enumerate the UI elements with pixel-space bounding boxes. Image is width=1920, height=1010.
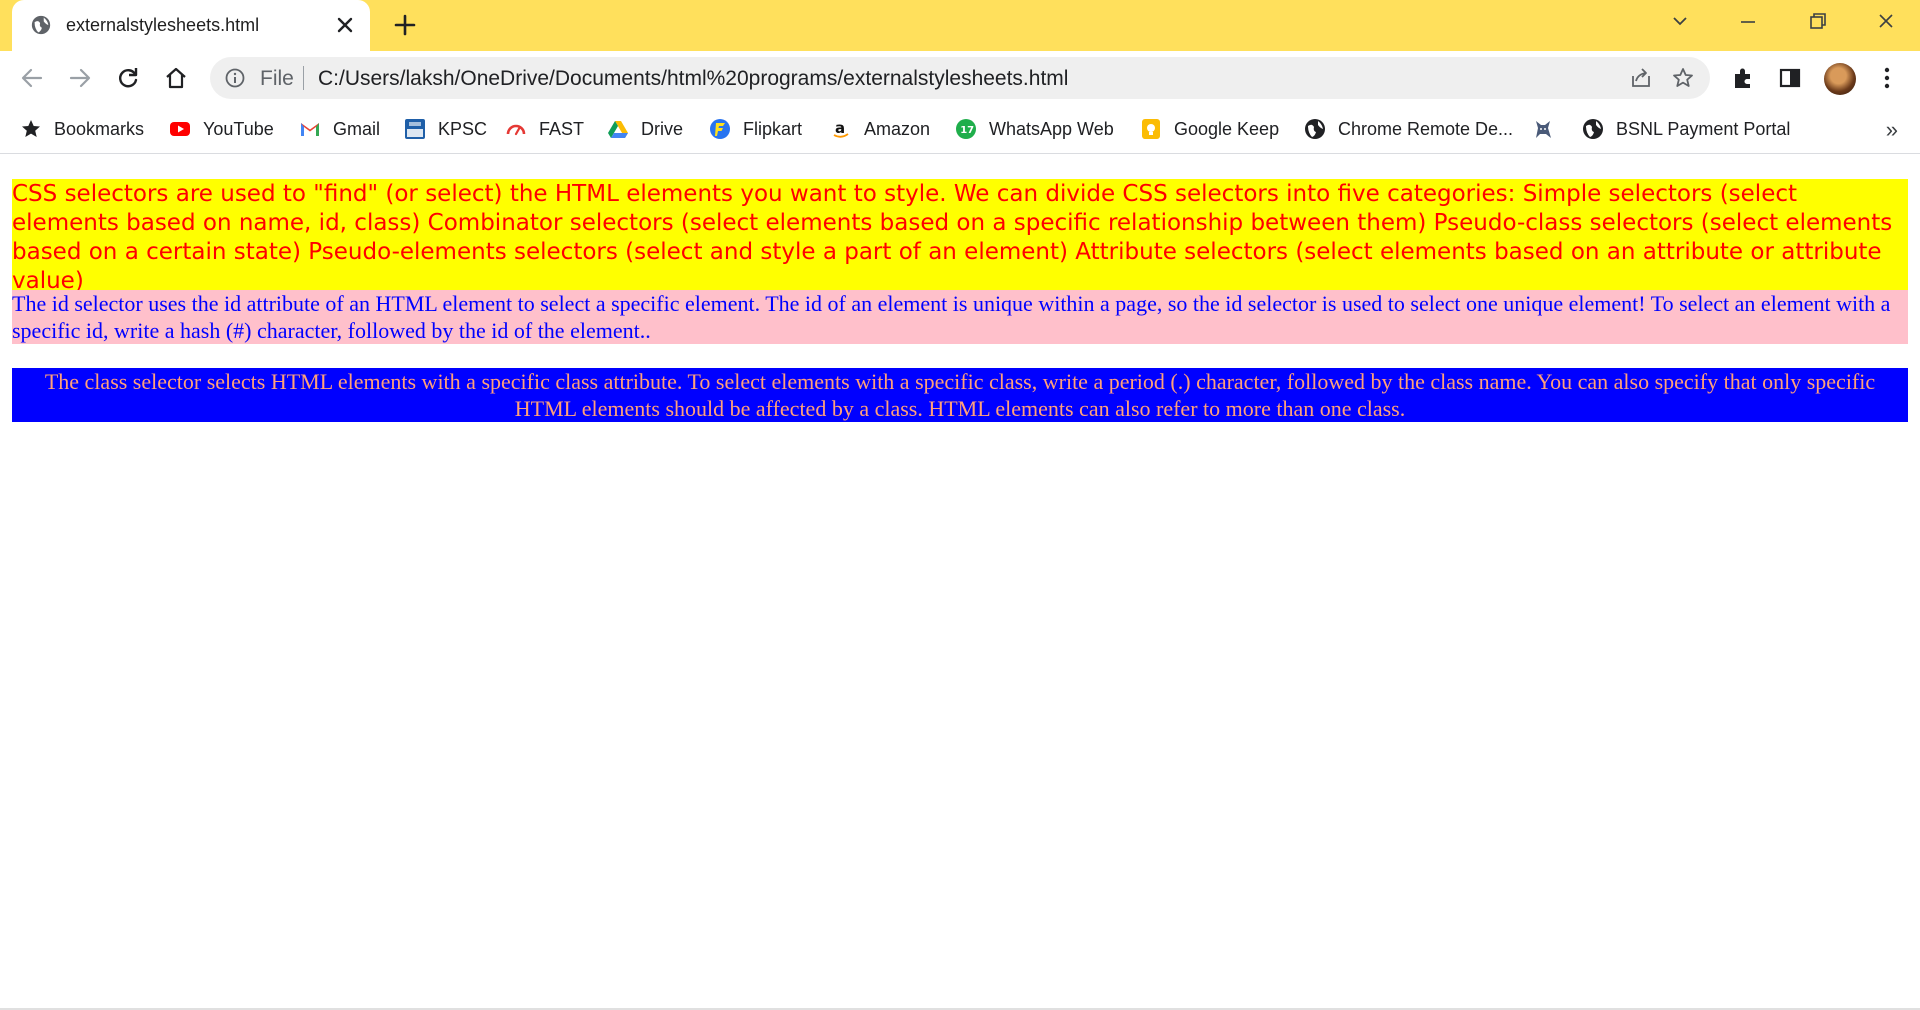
bookmark-youtube[interactable]: YouTube [169,115,274,143]
new-tab-icon[interactable] [393,13,417,37]
amazon-icon: a [833,119,849,138]
bookmark-flipkart[interactable]: Flipkart [709,115,802,143]
drive-icon [608,121,628,138]
star-icon [22,120,40,137]
forward-icon[interactable] [67,65,93,91]
bookmarks-bar: Bookmarks YouTube Gmail KPSC FAST Drive … [0,105,1920,154]
url-separator [303,66,304,90]
extensions-icon[interactable] [1730,65,1756,91]
kpsc-icon [405,119,425,139]
globe-icon [1305,119,1325,139]
bookmark-label: YouTube [203,118,274,139]
bookmark-wolf[interactable] [1532,115,1554,143]
bookmark-label: BSNL Payment Portal [1616,118,1791,139]
restore-icon[interactable] [1802,10,1832,34]
minimize-icon[interactable] [1733,10,1763,34]
bookmark-label: WhatsApp Web [989,118,1114,139]
bookmark-label: KPSC [438,118,488,139]
menu-icon[interactable] [1874,65,1900,91]
home-icon[interactable] [163,65,189,91]
paragraph-id-selector: The id selector uses the id attribute of… [12,290,1908,344]
bookmark-amazon[interactable]: a Amazon [830,115,930,143]
keep-icon [1142,119,1160,139]
bookmark-bsnl-payment-portal[interactable]: BSNL Payment Portal [1582,115,1790,143]
bookmark-drive[interactable]: Drive [607,115,683,143]
bookmark-label: Bookmarks [54,118,145,139]
tab-title: externalstylesheets.html [66,15,260,35]
bookmark-label: Gmail [333,118,381,139]
tab-active[interactable]: externalstylesheets.html [12,0,370,51]
browser-toolbar: File C:/Users/laksh/OneDrive/Documents/h… [0,51,1920,105]
youtube-icon [170,122,190,136]
svg-text:a: a [835,119,845,137]
flipkart-icon [710,119,730,139]
bookmark-label: Chrome Remote De... [1338,118,1514,139]
tab-search-icon[interactable] [1665,10,1695,34]
side-panel-icon[interactable] [1777,65,1803,91]
address-bar[interactable]: File C:/Users/laksh/OneDrive/Documents/h… [210,57,1710,99]
bookmark-gmail[interactable]: Gmail [299,115,380,143]
url-scheme-label: File [260,67,294,90]
bookmark-star-icon[interactable] [1672,67,1694,89]
gmail-icon [301,123,319,136]
bookmark-fast[interactable]: FAST [505,115,584,143]
whatsapp-icon: 17 [956,119,976,139]
share-icon[interactable] [1630,67,1652,89]
wolf-icon [1536,121,1551,138]
page-viewport: CSS selectors are used to "find" (or sel… [0,154,1920,1010]
bookmark-label: Google Keep [1174,118,1280,139]
bookmark-chrome-remote-desktop[interactable]: Chrome Remote De... [1304,115,1513,143]
profile-avatar[interactable] [1824,63,1856,95]
globe-icon [31,15,51,35]
globe-icon [1583,119,1603,139]
fast-icon [506,124,526,136]
bookmark-whatsapp[interactable]: 17 WhatsApp Web [955,115,1114,143]
bookmark-label: Flipkart [743,118,803,139]
reload-icon[interactable] [115,65,141,91]
close-tab-icon[interactable] [336,16,354,34]
bookmark-bookmarks[interactable]: Bookmarks [20,115,144,143]
bookmark-label: Amazon [864,118,931,139]
paragraph-class-selector: The class selector selects HTML elements… [12,368,1908,422]
bookmark-google-keep[interactable]: Google Keep [1140,115,1279,143]
bookmark-label: FAST [539,118,585,139]
bookmark-kpsc[interactable]: KPSC [404,115,487,143]
close-window-icon[interactable] [1871,10,1901,34]
info-icon[interactable] [225,68,245,88]
back-icon[interactable] [19,65,45,91]
more-bookmarks-icon[interactable]: » [1886,117,1898,143]
paragraph-css-selectors: CSS selectors are used to "find" (or sel… [12,179,1908,297]
svg-text:17: 17 [960,125,974,136]
bookmark-label: Drive [641,118,684,139]
url-text[interactable]: C:/Users/laksh/OneDrive/Documents/html%2… [318,67,1068,91]
tab-strip: externalstylesheets.html [0,0,1920,51]
